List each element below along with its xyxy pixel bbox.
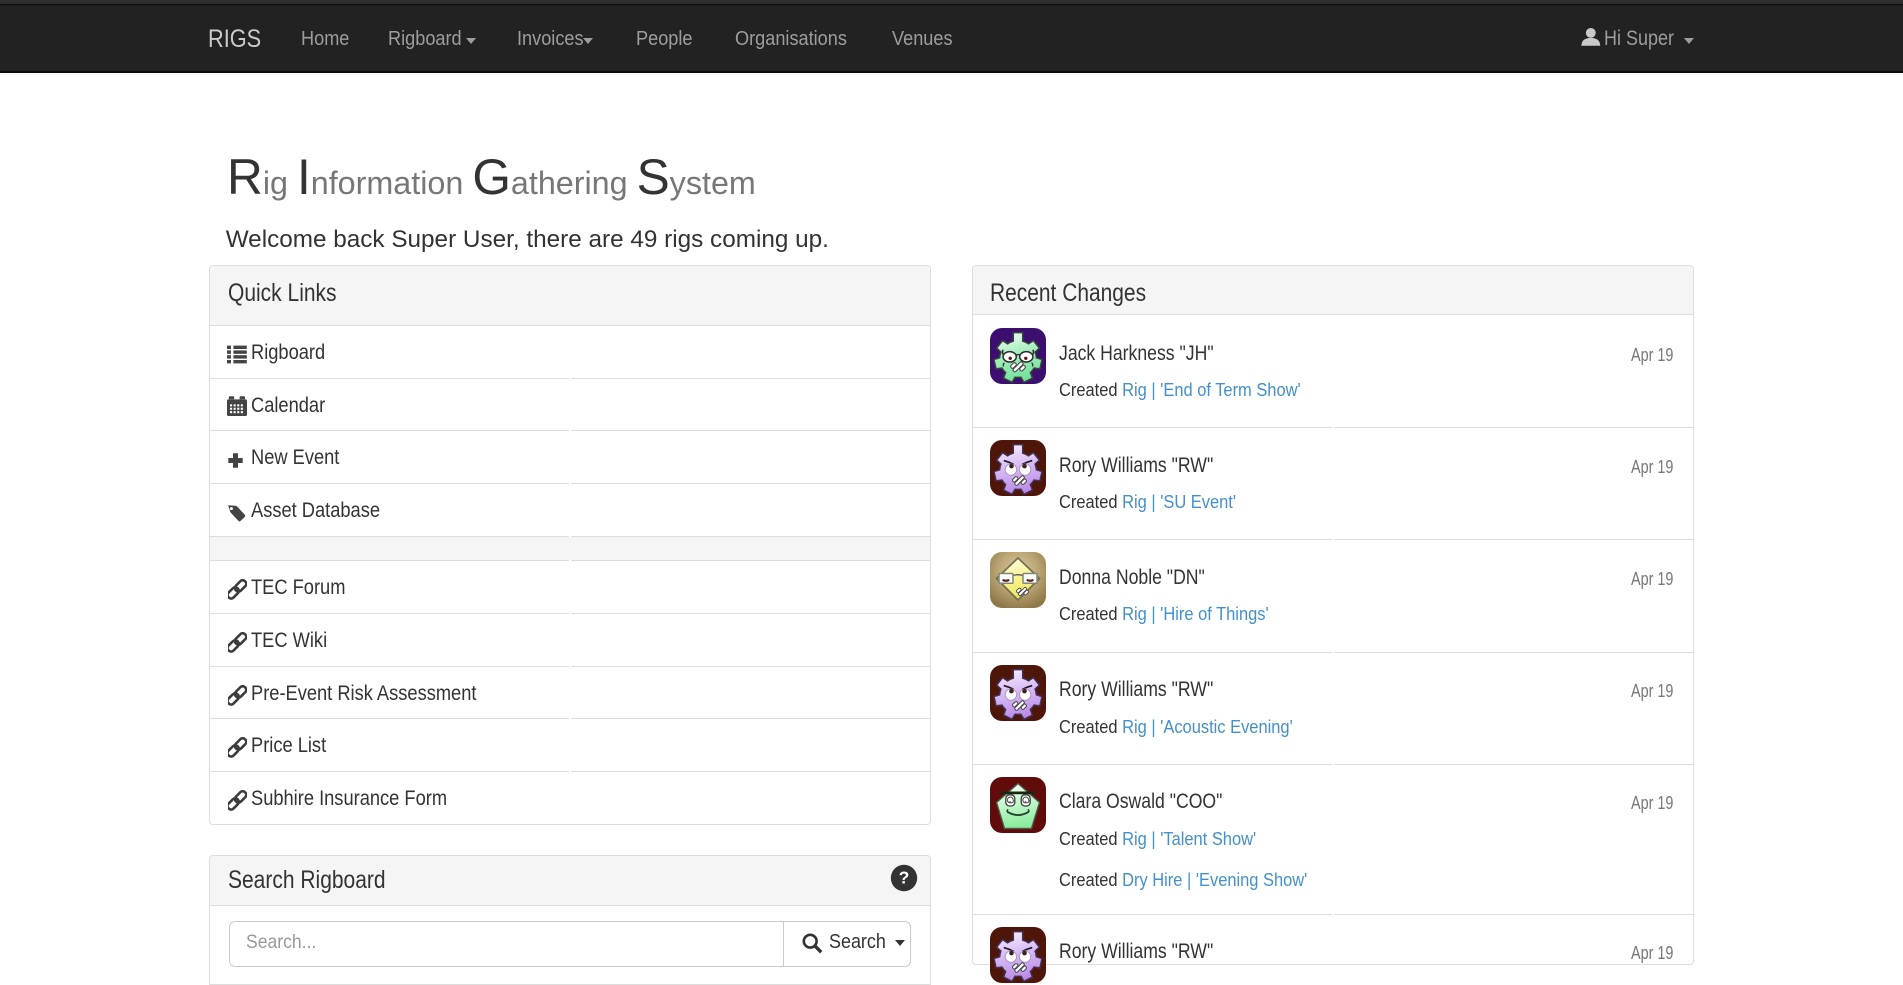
svg-text:?: ? [899,867,910,887]
